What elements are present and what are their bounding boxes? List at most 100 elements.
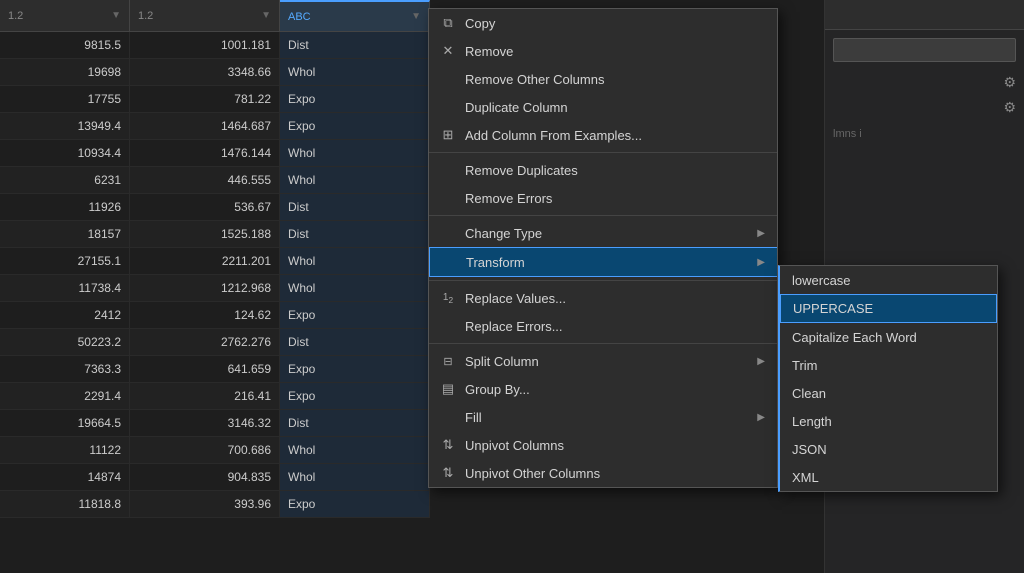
cell-revenue: 2291.4: [0, 383, 130, 409]
cell-channel: Dist: [280, 410, 430, 436]
menu-label-group-by: Group By...: [465, 382, 765, 397]
gear-icon-1[interactable]: ⚙: [1003, 74, 1016, 91]
submenu-label-lowercase: lowercase: [792, 273, 851, 288]
menu-item-copy[interactable]: ⧉ Copy: [429, 9, 777, 37]
cell-unitcost: 1212.968: [130, 275, 280, 301]
menu-item-duplicate-column[interactable]: Duplicate Column: [429, 93, 777, 121]
split-icon: ⊟: [439, 352, 457, 370]
gear-icon-2[interactable]: ⚙: [1003, 99, 1016, 116]
menu-item-change-type[interactable]: Change Type▶: [429, 219, 777, 247]
menu-icon-empty: [440, 253, 458, 271]
submenu-item-lowercase[interactable]: lowercase: [780, 266, 997, 294]
col-header-unitcost[interactable]: 1.2 ▼: [130, 0, 280, 31]
menu-item-unpivot-columns[interactable]: ⇅Unpivot Columns: [429, 431, 777, 459]
table-row: 17755 781.22 Expo: [0, 86, 430, 113]
menu-label-copy: Copy: [465, 16, 765, 31]
menu-label-replace-errors: Replace Errors...: [465, 319, 765, 334]
cell-unitcost: 700.686: [130, 437, 280, 463]
cell-channel: Dist: [280, 194, 430, 220]
channel-sort-icon: ▼: [411, 11, 421, 22]
remove-icon: ✕: [439, 42, 457, 60]
channel-type-icon: ABC: [288, 11, 311, 23]
menu-item-add-column-examples[interactable]: ⊞Add Column From Examples...: [429, 121, 777, 149]
menu-item-remove-duplicates[interactable]: Remove Duplicates: [429, 156, 777, 184]
cell-channel: Whol: [280, 167, 430, 193]
menu-label-duplicate-column: Duplicate Column: [465, 100, 765, 115]
cell-channel: Whol: [280, 140, 430, 166]
menu-item-remove-errors[interactable]: Remove Errors: [429, 184, 777, 212]
columns-label: lmns i: [825, 120, 1024, 148]
menu-icon-empty: [439, 224, 457, 242]
cell-channel: Expo: [280, 86, 430, 112]
menu-label-unpivot-columns: Unpivot Columns: [465, 438, 765, 453]
cell-revenue: 17755: [0, 86, 130, 112]
menu-separator: [429, 343, 777, 344]
menu-item-replace-values[interactable]: 12Replace Values...: [429, 284, 777, 312]
cell-channel: Expo: [280, 356, 430, 382]
cell-channel: Whol: [280, 59, 430, 85]
copy-icon: ⧉: [439, 14, 457, 32]
submenu-item-trim[interactable]: Trim: [780, 351, 997, 379]
cell-revenue: 50223.2: [0, 329, 130, 355]
menu-item-replace-errors[interactable]: Replace Errors...: [429, 312, 777, 340]
table-row: 11926 536.67 Dist: [0, 194, 430, 221]
menu-label-remove: Remove: [465, 44, 765, 59]
replace-icon: 12: [439, 289, 457, 307]
menu-label-remove-errors: Remove Errors: [465, 191, 765, 206]
menu-label-remove-other-columns: Remove Other Columns: [465, 72, 765, 87]
cell-channel: Whol: [280, 275, 430, 301]
table-row: 10934.4 1476.144 Whol: [0, 140, 430, 167]
menu-icon-empty: [439, 408, 457, 426]
menu-item-remove[interactable]: ✕ Remove: [429, 37, 777, 65]
menu-item-transform[interactable]: Transform▶: [429, 247, 777, 277]
cell-unitcost: 446.555: [130, 167, 280, 193]
submenu-arrow-icon: ▶: [757, 228, 765, 239]
col-header-channel[interactable]: ABC ▼: [280, 0, 430, 31]
submenu-label-trim: Trim: [792, 358, 818, 373]
col-header-revenue[interactable]: 1.2 ▼: [0, 0, 130, 31]
cell-unitcost: 1476.144: [130, 140, 280, 166]
revenue-type-icon: 1.2: [8, 10, 23, 22]
search-box[interactable]: [833, 38, 1016, 62]
table-row: 19664.5 3146.32 Dist: [0, 410, 430, 437]
menu-label-unpivot-other-columns: Unpivot Other Columns: [465, 466, 765, 481]
cell-revenue: 19664.5: [0, 410, 130, 436]
cell-revenue: 11738.4: [0, 275, 130, 301]
menu-icon-empty: [439, 98, 457, 116]
menu-icon-empty: [439, 70, 457, 88]
cell-revenue: 27155.1: [0, 248, 130, 274]
transform-submenu: lowercase UPPERCASECapitalize Each Word Tr…: [778, 265, 998, 492]
cell-revenue: 19698: [0, 59, 130, 85]
submenu-item-json[interactable]: JSON: [780, 435, 997, 463]
gear-row: ⚙: [825, 70, 1024, 95]
menu-item-remove-other-columns[interactable]: Remove Other Columns: [429, 65, 777, 93]
menu-item-unpivot-other-columns[interactable]: ⇅Unpivot Other Columns: [429, 459, 777, 487]
submenu-item-length[interactable]: Length: [780, 407, 997, 435]
data-table: 1.2 ▼ 1.2 ▼ ABC ▼ 9815.5 1001.181 Dist 1…: [0, 0, 430, 573]
unitcost-sort-icon: ▼: [261, 10, 271, 21]
table-body: 9815.5 1001.181 Dist 19698 3348.66 Whol …: [0, 32, 430, 518]
menu-label-split-column: Split Column: [465, 354, 749, 369]
submenu-arrow-icon: ▶: [757, 412, 765, 423]
cell-revenue: 18157: [0, 221, 130, 247]
table-row: 2412 124.62 Expo: [0, 302, 430, 329]
cell-unitcost: 3348.66: [130, 59, 280, 85]
cell-unitcost: 2762.276: [130, 329, 280, 355]
menu-separator: [429, 280, 777, 281]
group-icon: ▤: [439, 380, 457, 398]
add-col-icon: ⊞: [439, 126, 457, 144]
table-row: 27155.1 2211.201 Whol: [0, 248, 430, 275]
table-row: 11122 700.686 Whol: [0, 437, 430, 464]
cell-unitcost: 1001.181: [130, 32, 280, 58]
menu-item-split-column[interactable]: ⊟ Split Column ▶: [429, 347, 777, 375]
menu-item-fill[interactable]: Fill▶: [429, 403, 777, 431]
menu-item-group-by[interactable]: ▤ Group By...: [429, 375, 777, 403]
submenu-item-capitalize[interactable]: Capitalize Each Word: [780, 323, 997, 351]
cell-channel: Whol: [280, 437, 430, 463]
cell-revenue: 2412: [0, 302, 130, 328]
submenu-label-length: Length: [792, 414, 832, 429]
submenu-arrow-icon: ▶: [757, 356, 765, 367]
submenu-item-uppercase[interactable]: UPPERCASE: [780, 294, 997, 323]
submenu-item-clean[interactable]: Clean: [780, 379, 997, 407]
submenu-item-xml[interactable]: XML: [780, 463, 997, 491]
